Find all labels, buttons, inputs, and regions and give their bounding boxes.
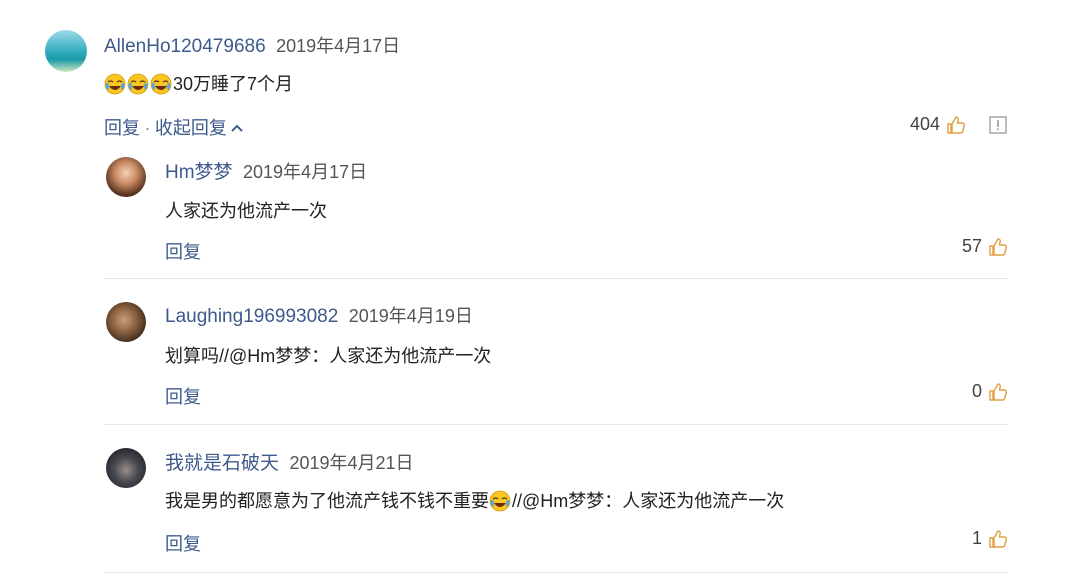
reply-text: 划算吗//@Hm梦梦：人家还为他流产一次 <box>165 346 492 366</box>
divider <box>104 278 1008 279</box>
thumbs-up-icon[interactable] <box>988 237 1008 257</box>
reply-header: 我就是石破天 2019年4月21日 <box>165 448 414 475</box>
reply-like-area: 0 <box>972 381 1008 402</box>
reply-date: 2019年4月17日 <box>243 162 368 182</box>
reply-body: //@Hm梦梦：人家还为他流产一次 <box>512 491 785 511</box>
collapse-replies-button[interactable]: 收起回复 <box>155 118 227 138</box>
divider <box>104 572 1008 573</box>
like-count: 57 <box>961 236 982 256</box>
thumbs-up-icon[interactable] <box>946 115 966 135</box>
divider <box>104 424 1008 425</box>
reply-username[interactable]: Hm梦梦 <box>165 162 233 183</box>
avatar[interactable] <box>106 448 146 488</box>
comment-username[interactable]: AllenHo120479686 <box>104 36 266 57</box>
crying-laughing-emoji-icon <box>127 73 149 95</box>
reply-like-area: 1 <box>972 528 1008 549</box>
reply-button[interactable]: 回复 <box>165 530 201 556</box>
chevron-up-icon[interactable] <box>231 123 244 133</box>
comment-like-area: 404 <box>910 114 1008 135</box>
reply-like-area: 57 <box>962 236 1008 257</box>
comment-actions: 回复 · 收起回复 <box>104 114 244 140</box>
reply-username[interactable]: 我就是石破天 <box>165 453 279 474</box>
reply-button[interactable]: 回复 <box>165 238 201 264</box>
crying-laughing-emoji-icon <box>489 490 511 512</box>
comment-header: AllenHo120479686 2019年4月17日 <box>104 32 400 58</box>
reply-text: 人家还为他流产一次 <box>165 201 327 221</box>
reply-header: Laughing196993082 2019年4月19日 <box>165 302 473 328</box>
avatar[interactable] <box>106 157 146 197</box>
reply-body: 我是男的都愿意为了他流产钱不钱不重要 <box>165 491 489 511</box>
avatar[interactable] <box>45 30 87 72</box>
comment-date: 2019年4月17日 <box>276 36 401 56</box>
report-icon[interactable] <box>988 115 1008 135</box>
reply-header: Hm梦梦 2019年4月17日 <box>165 157 367 184</box>
thumbs-up-icon[interactable] <box>988 382 1008 402</box>
reply-username[interactable]: Laughing196993082 <box>165 306 338 327</box>
comment-text: 30万睡了7个月 <box>104 70 293 96</box>
crying-laughing-emoji-icon <box>104 73 126 95</box>
like-count: 404 <box>909 114 940 134</box>
reply-button[interactable]: 回复 <box>165 383 201 409</box>
comment-body: 30万睡了7个月 <box>173 74 294 94</box>
avatar[interactable] <box>106 302 146 342</box>
like-count: 0 <box>971 381 982 401</box>
separator: · <box>144 118 151 138</box>
like-count: 1 <box>971 528 982 548</box>
reply-date: 2019年4月21日 <box>289 453 414 473</box>
reply-button[interactable]: 回复 <box>104 118 140 138</box>
reply-text: 我是男的都愿意为了他流产钱不钱不重要 //@Hm梦梦：人家还为他流产一次 <box>165 487 784 513</box>
crying-laughing-emoji-icon <box>150 73 172 95</box>
reply-date: 2019年4月19日 <box>348 306 473 326</box>
thumbs-up-icon[interactable] <box>988 529 1008 549</box>
